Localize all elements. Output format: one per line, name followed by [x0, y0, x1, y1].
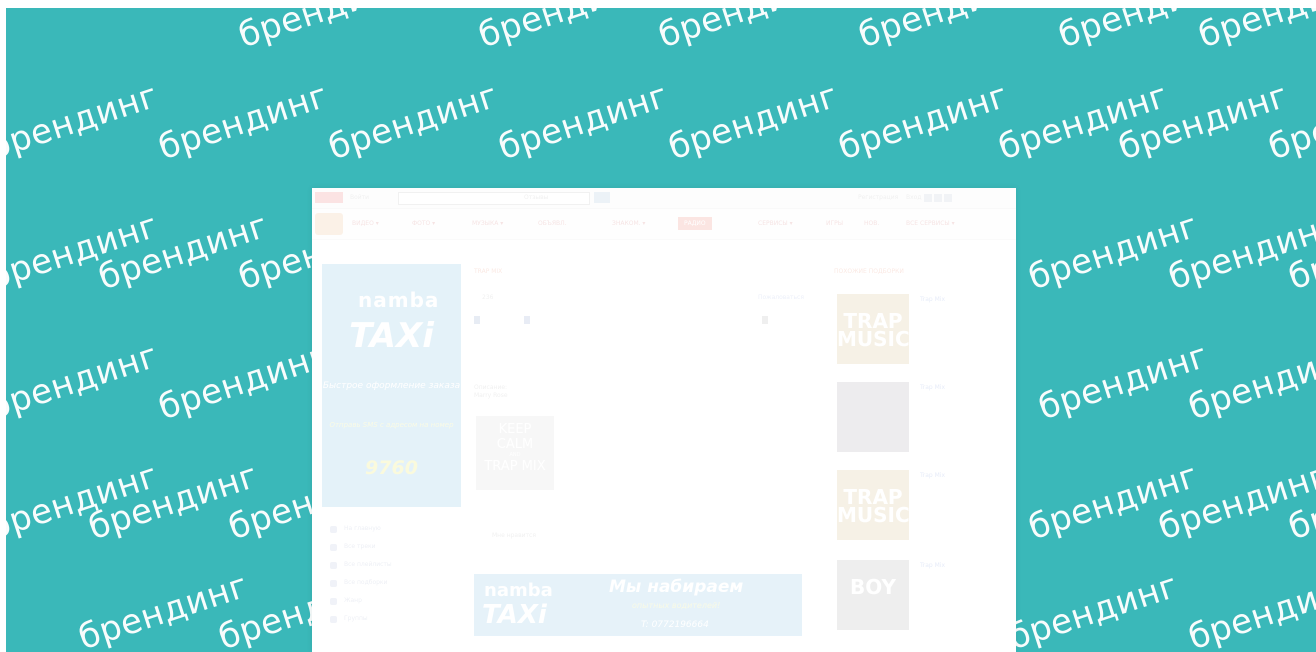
cover-text: KEEP — [498, 422, 532, 437]
related-thumb[interactable]: TRAP MUSIC — [837, 294, 910, 364]
watermark-text: брендинг — [493, 75, 673, 168]
site-topbar: Войти Отзывы Регистрация Вход — [312, 188, 1016, 209]
left-taxi-ad[interactable]: namba TAXi Быстрое оформление заказа Отп… — [322, 264, 461, 507]
banner-phone: T: 0772196664 — [641, 620, 709, 630]
cover-text: CALM — [496, 437, 534, 452]
search-category-select[interactable]: Отзывы — [524, 194, 548, 201]
watermark-text: брендинг — [153, 335, 333, 428]
nav-item[interactable]: ИГРЫ — [826, 220, 843, 227]
nav-item[interactable]: НОВ. — [864, 220, 879, 227]
description-label: Описание: — [474, 384, 508, 391]
website-preview: Войти Отзывы Регистрация Вход ВИДЕО ▾ ФО… — [312, 188, 1016, 652]
side-menu-item[interactable]: На главную — [330, 524, 392, 542]
banner-headline: Мы набираем — [609, 577, 744, 597]
share-button[interactable] — [524, 316, 530, 324]
playlist-title: TRAP MIX — [474, 268, 503, 275]
watermark-text: брендинг — [473, 8, 653, 56]
watermark-text: брендинг — [6, 335, 163, 428]
watermark-text: брендинг — [1003, 565, 1183, 652]
cover-text: AND — [509, 452, 521, 458]
thumb-text: BOY — [849, 575, 896, 599]
side-menu: На главную Все треки Все плейлисты Все п… — [330, 524, 392, 632]
ad-line2: Отправь SMS с адресом на номер — [329, 421, 454, 429]
ad-logo: namba — [358, 288, 440, 312]
related-item-title[interactable]: Trap Mix — [920, 562, 1010, 570]
watermark-text: брендинг — [1183, 565, 1316, 652]
thumb-text: TRAP MUSIC — [837, 309, 910, 351]
related-item-title[interactable]: Trap Mix — [920, 472, 1010, 480]
watermark-text: брендинг — [1033, 335, 1213, 428]
watermark-text: брендинг — [233, 8, 413, 56]
site-navbar: ВИДЕО ▾ ФОТО ▾ МУЗЫКА ▾ ОБЪЯВЛ. ЗНАКОМ. … — [312, 209, 1016, 240]
related-thumb[interactable]: TRAP MUSIC — [837, 470, 910, 540]
related-thumb[interactable] — [837, 382, 909, 452]
playlist-cover[interactable]: KEEP CALM AND TRAP MIX — [476, 416, 554, 490]
share-button[interactable] — [762, 316, 768, 324]
signin-link[interactable]: Вход — [906, 194, 922, 201]
social-icon[interactable] — [924, 194, 932, 202]
nav-item[interactable]: ЗНАКОМ. ▾ — [612, 220, 645, 227]
search-button[interactable] — [594, 192, 610, 203]
related-item-title[interactable]: Trap Mix — [920, 384, 1010, 392]
complain-link[interactable]: Пожаловаться — [758, 294, 804, 301]
watermark-text: брендинг — [833, 75, 1013, 168]
side-menu-item[interactable]: Группы — [330, 614, 392, 632]
play-count: 236 — [482, 294, 494, 301]
nav-item[interactable]: ФОТО ▾ — [412, 220, 435, 227]
watermark-text: брендинг — [1193, 8, 1316, 56]
search-input[interactable] — [398, 192, 590, 205]
related-thumb[interactable]: BOY — [837, 560, 909, 630]
side-menu-item[interactable]: Все плейлисты — [330, 560, 392, 578]
share-button[interactable] — [474, 316, 480, 324]
banner-sub: опытных водителей! — [632, 601, 721, 610]
watermark-text: брендинг — [6, 75, 163, 168]
side-menu-item[interactable]: Все треки — [330, 542, 392, 560]
banner-taxi: TAXi — [482, 600, 547, 630]
bottom-taxi-banner[interactable]: namba TAXi Мы набираем опытных водителей… — [474, 574, 802, 636]
cover-text: TRAP MIX — [484, 459, 546, 474]
related-item-title[interactable]: Trap Mix — [920, 296, 1010, 304]
nav-logo-icon[interactable] — [315, 213, 343, 235]
ad-line1: Быстрое оформление заказа — [322, 381, 461, 391]
thumb-text: TRAP MUSIC — [837, 485, 910, 527]
ad-number: 9760 — [365, 457, 418, 479]
watermark-text: брендинг — [653, 8, 833, 56]
nav-item[interactable]: ВИДЕО ▾ — [352, 220, 379, 227]
watermark-text: брендинг — [153, 75, 333, 168]
watermark-text: брендинг — [853, 8, 1033, 56]
nav-item[interactable]: ОБЪЯВЛ. — [538, 220, 567, 227]
nav-item[interactable]: ВСЕ СЕРВИСЫ ▾ — [906, 220, 955, 227]
social-icon[interactable] — [944, 194, 952, 202]
login-link[interactable]: Войти — [350, 194, 369, 201]
nav-item[interactable]: МУЗЫКА ▾ — [472, 220, 503, 227]
social-icon[interactable] — [934, 194, 942, 202]
related-title: ПОХОЖИЕ ПОДБОРКИ — [834, 268, 904, 275]
watermark-text: брендинг — [663, 75, 843, 168]
side-menu-item[interactable]: Все подборки — [330, 578, 392, 596]
nav-item-radio[interactable]: РАДИО — [678, 217, 712, 230]
register-link[interactable]: Регистрация — [858, 194, 898, 201]
description-text: Marry Rose — [474, 392, 508, 399]
nav-item[interactable]: СЕРВИСЫ ▾ — [758, 220, 793, 227]
ad-title: TAXi — [349, 316, 434, 356]
side-menu-item[interactable]: Жанр — [330, 596, 392, 614]
banner-logo: namba — [484, 580, 553, 601]
site-logo[interactable] — [315, 192, 343, 203]
likes-label[interactable]: Мне нравится — [492, 532, 536, 539]
watermark-text: брендинг — [323, 75, 503, 168]
